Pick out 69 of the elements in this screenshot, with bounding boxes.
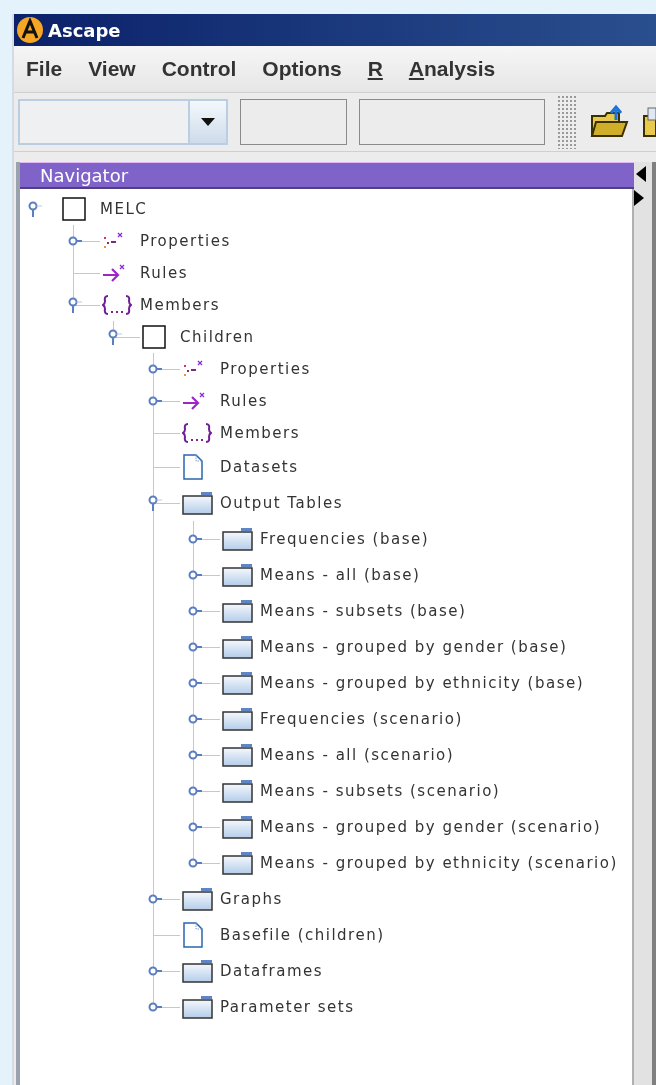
tree-node-label[interactable]: Means - all (scenario)	[260, 746, 455, 764]
collapse-left-button[interactable]	[634, 166, 646, 182]
expand-right-button[interactable]	[634, 190, 646, 206]
menu-item[interactable]: File	[24, 55, 75, 83]
scatter-icon	[102, 232, 124, 250]
folder-icon	[222, 599, 254, 623]
folder-icon	[222, 563, 254, 587]
tree-node-label[interactable]: Basefile (children)	[220, 926, 385, 944]
tree-node-label[interactable]: Members	[220, 424, 300, 442]
folder-icon	[222, 671, 254, 695]
tree-node-label[interactable]: MELC	[100, 200, 148, 218]
tree-node-label[interactable]: Frequencies (scenario)	[260, 710, 463, 728]
folder-icon	[182, 995, 214, 1019]
square-icon	[62, 197, 86, 221]
tree-node-label[interactable]: Means - all (base)	[260, 566, 421, 584]
app-logo-icon	[16, 16, 44, 44]
tree-node-label[interactable]: Rules	[220, 392, 268, 410]
tree-node-label[interactable]: Means - grouped by gender (scenario)	[260, 818, 602, 836]
collapse-handle-icon[interactable]	[146, 495, 162, 511]
folder-icon	[182, 959, 214, 983]
tree-node-label[interactable]: Parameter sets	[220, 998, 355, 1016]
navigator-title: Navigator	[40, 164, 129, 186]
menu-item[interactable]: R	[365, 55, 395, 83]
folder-icon	[182, 491, 214, 515]
menu-item[interactable]: Analysis	[406, 55, 508, 83]
tree-node-label[interactable]: Means - grouped by gender (base)	[260, 638, 568, 656]
collapse-handle-icon[interactable]	[106, 329, 122, 345]
folder-icon	[222, 527, 254, 551]
braces-icon	[102, 294, 132, 316]
folder-icon	[222, 707, 254, 731]
folder-icon	[222, 851, 254, 875]
folder-up-arrow-icon[interactable]	[588, 104, 631, 140]
tree-node-label[interactable]: Means - grouped by ethnicity (base)	[260, 674, 585, 692]
document-icon	[182, 454, 204, 480]
tree-node-label[interactable]: Children	[180, 328, 255, 346]
menu-item[interactable]: Control	[159, 55, 249, 83]
tree-node-label[interactable]: Means - grouped by ethnicity (scenario)	[260, 854, 618, 872]
document-icon	[182, 922, 204, 948]
folder-icon	[182, 887, 214, 911]
folder-icon[interactable]	[642, 104, 656, 140]
menu-item[interactable]: View	[86, 55, 148, 83]
braces-icon	[182, 422, 212, 444]
arrow-icon	[102, 264, 126, 282]
folder-icon	[222, 635, 254, 659]
text-field[interactable]	[358, 99, 545, 145]
menu-item[interactable]: Options	[260, 55, 354, 83]
collapse-handle-icon[interactable]	[66, 297, 82, 313]
toolbar-grip-icon[interactable]	[556, 95, 577, 149]
tree-node-label[interactable]: Rules	[140, 264, 188, 282]
folder-icon	[222, 743, 254, 767]
window-title: Ascape	[48, 19, 121, 41]
scatter-icon	[182, 360, 204, 378]
tree-node-label[interactable]: Frequencies (base)	[260, 530, 430, 548]
arrow-icon	[182, 392, 206, 410]
folder-icon	[222, 815, 254, 839]
tree-node-label[interactable]: Graphs	[220, 890, 283, 908]
folder-icon	[222, 779, 254, 803]
tree-node-label[interactable]: Dataframes	[220, 962, 324, 980]
collapse-handle-icon[interactable]	[26, 201, 42, 217]
tree-node-label[interactable]: Means - subsets (base)	[260, 602, 467, 620]
tree-node-label[interactable]: Output Tables	[220, 494, 343, 512]
tree-node-label[interactable]: Means - subsets (scenario)	[260, 782, 501, 800]
text-field[interactable]	[239, 99, 347, 145]
tree-node-label[interactable]: Members	[140, 296, 220, 314]
tree-node-label[interactable]: Properties	[140, 232, 231, 250]
dropdown-caret-icon[interactable]	[199, 117, 216, 127]
square-icon	[142, 325, 166, 349]
tree-node-label[interactable]: Datasets	[220, 458, 299, 476]
tree-node-label[interactable]: Properties	[220, 360, 311, 378]
